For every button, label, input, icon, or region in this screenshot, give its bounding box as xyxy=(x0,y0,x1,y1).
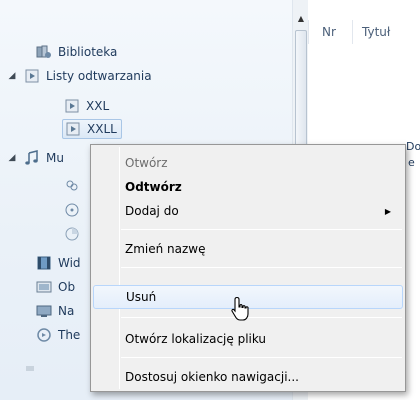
menu-separator xyxy=(121,357,402,358)
nav-item-label: The xyxy=(58,328,81,342)
nav-item-label: Wid xyxy=(58,256,81,270)
menu-item-dodaj-do[interactable]: Dodaj do ▶ xyxy=(93,199,403,223)
expanded-arrow-icon[interactable]: ◢ xyxy=(6,71,18,81)
disc-icon xyxy=(36,327,52,343)
nav-subitem-artist[interactable] xyxy=(64,176,86,196)
expanded-arrow-icon[interactable]: ◢ xyxy=(6,153,18,163)
nav-item-label: Listy odtwarzania xyxy=(46,69,152,83)
nav-item-label: Biblioteka xyxy=(58,45,118,59)
picture-icon xyxy=(36,279,52,295)
nav-item-xxl[interactable]: XXL xyxy=(64,96,109,116)
video-icon xyxy=(36,255,52,271)
genre-icon xyxy=(64,226,80,242)
menu-item-zmien-nazwe[interactable]: Zmień nazwę xyxy=(93,237,403,261)
nav-item-xxll[interactable]: XXLL xyxy=(62,119,122,139)
truncated-text: e xyxy=(408,156,415,169)
nav-item-wideo[interactable]: Wid xyxy=(24,253,81,273)
nav-item-listy-odtwarzania[interactable]: ◢ Listy odtwarzania xyxy=(6,66,152,86)
nav-item-label: Mu xyxy=(46,151,64,165)
album-icon xyxy=(64,202,80,218)
scroll-up-arrow-icon[interactable]: ▲ xyxy=(293,10,309,26)
menu-item-dostosuj-okienko-nawigacji[interactable]: Dostosuj okienko nawigacji... xyxy=(93,365,403,389)
menu-separator xyxy=(121,229,402,230)
nav-subitem-genre[interactable] xyxy=(64,224,86,244)
nav-item-label: Na xyxy=(58,304,75,318)
nav-item-obrazy[interactable]: Ob xyxy=(24,277,75,297)
menu-item-odtworz[interactable]: Odtwórz xyxy=(93,175,403,199)
network-icon xyxy=(24,360,40,376)
menu-separator xyxy=(121,317,402,318)
nav-item-muzyka[interactable]: ◢ Mu xyxy=(6,148,64,168)
nav-subitem-album[interactable] xyxy=(64,200,86,220)
playlist-icon xyxy=(24,68,40,84)
recorded-tv-icon xyxy=(36,303,52,319)
column-header-nr[interactable]: Nr xyxy=(322,22,336,42)
playlist-icon xyxy=(64,98,80,114)
nav-item-disc[interactable]: The xyxy=(24,325,80,345)
menu-separator xyxy=(121,267,402,268)
menu-item-otworz-lokalizacje-pliku[interactable]: Otwórz lokalizację pliku xyxy=(93,327,403,351)
nav-item-label: XXL xyxy=(86,99,110,113)
nav-item-label: XXLL xyxy=(87,122,117,136)
music-note-icon xyxy=(24,150,40,166)
context-menu: Otwórz Odtwórz Dodaj do ▶ Zmień nazwę Us… xyxy=(90,144,406,392)
library-icon xyxy=(36,44,52,60)
truncated-text: Do xyxy=(406,140,420,153)
column-header-tytul[interactable]: Tytuł xyxy=(362,22,390,42)
nav-item-nagrany-tv[interactable]: Na xyxy=(24,301,74,321)
submenu-arrow-icon: ▶ xyxy=(384,206,391,216)
menu-item-label: Dodaj do xyxy=(125,204,179,218)
scroll-thumb[interactable] xyxy=(295,30,307,150)
menu-item-otworz: Otwórz xyxy=(125,156,168,170)
playlist-icon xyxy=(65,121,81,137)
hand-cursor-icon xyxy=(231,296,249,321)
nav-item-label: Ob xyxy=(58,280,76,294)
nav-item-biblioteka[interactable]: Biblioteka xyxy=(24,42,117,62)
artist-icon xyxy=(64,178,80,194)
nav-item-other-libraries[interactable] xyxy=(24,358,46,378)
